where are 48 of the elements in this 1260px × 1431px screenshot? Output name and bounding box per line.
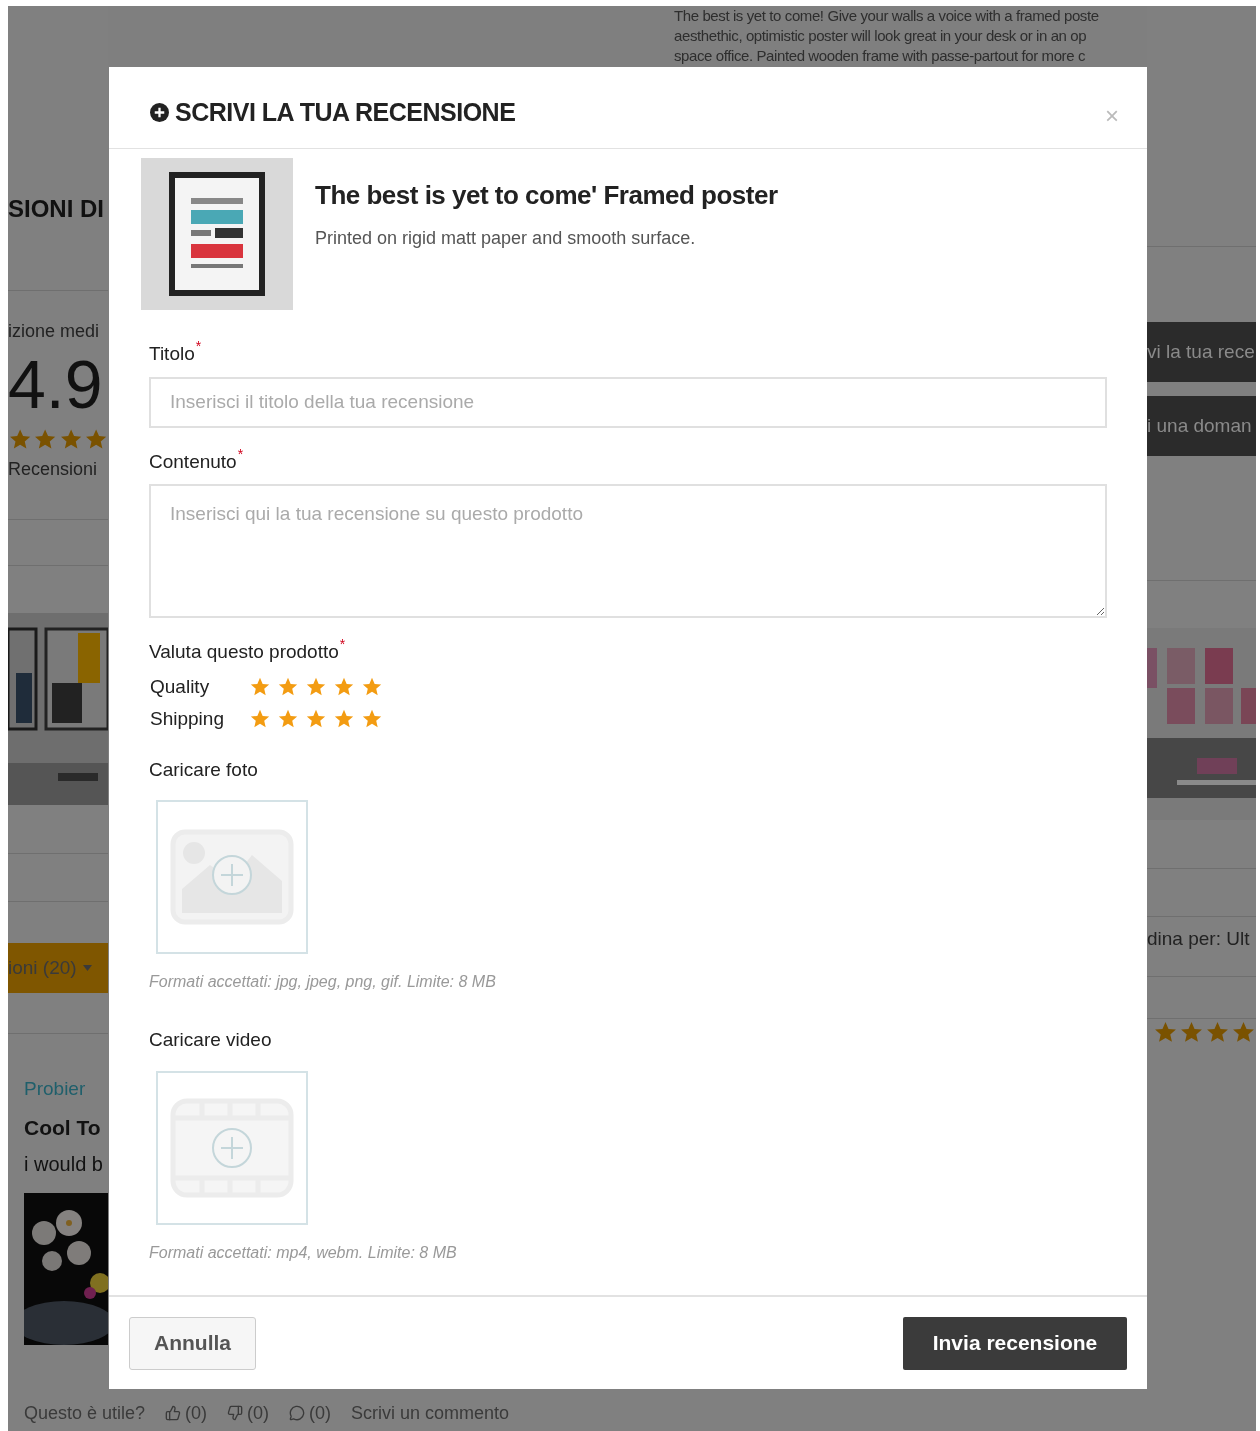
upload-hint: Formati accettati: mp4, webm. Limite: 8 MB bbox=[149, 1242, 458, 1263]
ask-question-button[interactable]: i una doman bbox=[1147, 396, 1256, 456]
like-button[interactable]: (0) bbox=[165, 1399, 208, 1427]
content-field[interactable]: Inserisci qui la tua recensione su questo prodotto bbox=[149, 484, 1107, 618]
product-name: The best is yet to come' Framed poster bbox=[315, 179, 778, 212]
close-button[interactable]: × bbox=[1105, 104, 1119, 128]
rating-label: Valuta questo prodotto bbox=[149, 640, 339, 664]
field-label: Titolo bbox=[149, 342, 195, 366]
helpful-label: Questo è utile? bbox=[24, 1401, 146, 1425]
product-description-line: aesthethic, optimistic poster will look great in your desk or in an op bbox=[674, 26, 1088, 46]
comments-button[interactable]: (0) bbox=[289, 1399, 332, 1427]
review-count-label: Recensioni bbox=[8, 458, 99, 481]
write-review-button[interactable]: vi la tua rece bbox=[1147, 322, 1256, 382]
caret-icon bbox=[82, 965, 92, 971]
review-title: Cool To bbox=[24, 1114, 102, 1141]
product-description: Printed on rigid matt paper and smooth surface. bbox=[315, 227, 697, 250]
photo-upload-area[interactable] bbox=[156, 800, 308, 954]
video-upload-area[interactable] bbox=[156, 1070, 308, 1225]
image-plus-icon bbox=[170, 829, 294, 925]
field-label: Contenuto bbox=[149, 449, 237, 474]
title-field[interactable]: Inserisci il titolo della tua recensione bbox=[149, 376, 1107, 428]
thumbs-down-icon bbox=[227, 1405, 244, 1421]
criterion-label: Shipping bbox=[149, 707, 225, 731]
required-mark: * bbox=[237, 444, 244, 464]
plus-circle-icon bbox=[150, 103, 169, 123]
required-mark: * bbox=[339, 635, 346, 654]
product-description-line: space office. Painted wooden frame with passe-partout for more c bbox=[674, 46, 1087, 66]
dialog-title: SCRIVI LA TUA RECENSIONE bbox=[175, 97, 516, 128]
rating-label: izione medi bbox=[8, 320, 101, 343]
cancel-button[interactable]: Annulla bbox=[129, 1316, 256, 1370]
submit-button[interactable]: Invia recensione bbox=[903, 1316, 1127, 1370]
rating-value: 4.9 bbox=[8, 349, 104, 419]
write-comment-link[interactable]: Scrivi un commento bbox=[351, 1399, 510, 1427]
video-plus-icon bbox=[170, 1097, 294, 1198]
product-description-line: The best is yet to come! Give your walls a voice with a framed poste bbox=[674, 6, 1100, 26]
thumbs-up-icon bbox=[165, 1405, 182, 1421]
review-text: i would b bbox=[24, 1152, 104, 1177]
section-title: SIONI DI bbox=[8, 194, 105, 224]
required-mark: * bbox=[195, 337, 202, 356]
upload-hint: Formati accettati: jpg, jpeg, png, gif. Limite: 8 MB bbox=[149, 972, 497, 992]
upload-label: Caricare video bbox=[149, 1028, 273, 1052]
filter-dropdown[interactable]: ioni (20) bbox=[8, 943, 108, 993]
upload-label: Caricare foto bbox=[149, 757, 259, 782]
sort-label: dina per: Ult bbox=[1147, 927, 1250, 952]
speech-bubble-icon bbox=[289, 1405, 306, 1421]
dislike-button[interactable]: (0) bbox=[227, 1399, 270, 1427]
review-author: Probier bbox=[24, 1077, 87, 1101]
criterion-label: Quality bbox=[149, 674, 211, 699]
